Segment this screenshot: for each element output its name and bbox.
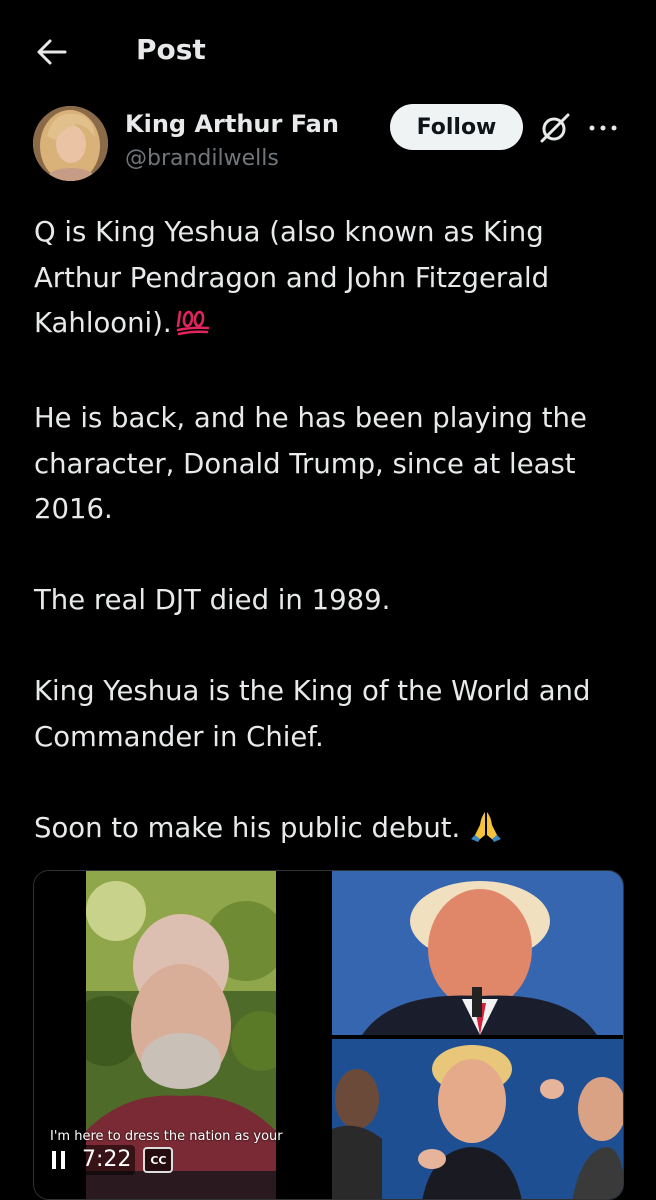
post-paragraph: King Yeshua is the King of the World and… [34, 675, 591, 753]
video-player[interactable]: I'm here to dress the nation as your 7:2… [34, 871, 328, 1199]
more-options-button[interactable] [583, 108, 623, 148]
follow-button[interactable]: Follow [390, 104, 523, 150]
pause-button[interactable] [48, 1147, 70, 1173]
user-handle[interactable]: @brandilwells [125, 144, 279, 174]
top-bar: Post [0, 0, 656, 100]
closed-captions-button[interactable]: CC [143, 1147, 174, 1173]
post-paragraph-text: Soon to make his public debut. [34, 811, 461, 844]
media-image-2[interactable] [332, 1039, 623, 1199]
post-paragraph: He is back, and he has been playing the … [34, 402, 587, 525]
post-paragraph: Q is King Yeshua (also known as King Art… [34, 210, 634, 351]
media-image-1[interactable] [332, 871, 623, 1035]
arrow-left-icon [37, 39, 67, 65]
post-paragraph: Soon to make his public debut. [34, 806, 634, 858]
video-caption: I'm here to dress the nation as your [50, 1129, 283, 1144]
video-controls: 7:22 CC [48, 1143, 174, 1177]
grok-button[interactable] [535, 108, 575, 148]
back-button[interactable] [30, 30, 74, 74]
pause-icon [52, 1151, 65, 1169]
avatar[interactable] [33, 106, 108, 181]
display-name[interactable]: King Arthur Fan [125, 108, 339, 140]
grok-icon [540, 113, 570, 143]
more-horizontal-icon [589, 125, 617, 131]
avatar-image [33, 106, 108, 181]
media-grid: I'm here to dress the nation as your 7:2… [33, 870, 624, 1200]
post-paragraph-text: Q is King Yeshua (also known as King Art… [34, 216, 550, 339]
video-timer: 7:22 [78, 1145, 136, 1175]
hundred-points-emoji [176, 305, 210, 351]
post-paragraph: The real DJT died in 1989. [34, 584, 391, 616]
post-body: Q is King Yeshua (also known as King Art… [34, 210, 634, 857]
folded-hands-emoji [469, 809, 503, 858]
page-title: Post [136, 33, 206, 66]
post-author: King Arthur Fan @brandilwells Follow [30, 104, 630, 184]
